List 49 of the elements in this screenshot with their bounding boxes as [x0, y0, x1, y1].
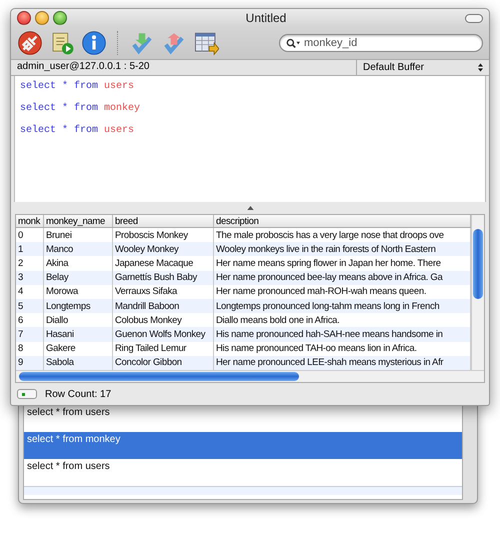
horizontal-scrollbar[interactable] [16, 370, 484, 382]
table-cell: Her name pronounced bee-lay means above in Africa. Ga [214, 270, 470, 285]
close-button[interactable] [17, 11, 31, 25]
table-cell: Manco [44, 242, 112, 256]
table-cell: 7 [16, 327, 44, 342]
buffer-dropdown[interactable]: Default Buffer [356, 60, 489, 75]
table-cell: Longtemps pronounced long-tahm means long in French [214, 298, 470, 314]
table-arrow-icon[interactable] [193, 30, 219, 56]
table-cell: 1 [16, 242, 44, 256]
query-line: select * from users [20, 80, 136, 94]
query-line: select * from users [20, 124, 136, 138]
table-cell: Garnettís Bush Baby [112, 270, 214, 285]
window-title: Untitled [244, 11, 288, 25]
info-icon[interactable] [81, 30, 107, 56]
table-cell: Longtemps [44, 298, 112, 314]
table-cell: Guenon Wolfs Monkey [112, 327, 214, 342]
history-item[interactable]: select * from monkey [24, 432, 462, 459]
plug-icon[interactable] [17, 30, 43, 56]
search-icon [286, 38, 300, 48]
column-header[interactable]: monk [16, 215, 44, 228]
table-cell: Concolor Gibbon [112, 356, 214, 370]
table-cell: 9 [16, 356, 44, 370]
table-cell: Her name pronounced LEE-shah means mysterious in Afr [214, 356, 470, 370]
zoom-button[interactable] [53, 11, 67, 25]
search-field[interactable]: monkey_id [279, 34, 483, 52]
minimize-button[interactable] [35, 11, 49, 25]
updown-arrows-icon [478, 63, 483, 72]
column-header[interactable]: breed [112, 215, 214, 228]
query-line: select * from monkey [20, 102, 142, 116]
query-editor[interactable]: select * from users select * from monkey select * from users [14, 76, 486, 202]
column-header[interactable]: description [214, 215, 470, 228]
table-cell: Hasani [44, 327, 112, 342]
column-header[interactable]: monkey_name [44, 215, 112, 228]
connection-label: admin_user@127.0.0.1 : 5-20 [16, 60, 150, 74]
history-item[interactable]: select * from users [24, 405, 462, 432]
table-cell: Wooley monkeys live in the rain forests of North Eastern [214, 242, 470, 256]
table-cell: Mandrill Baboon [112, 298, 214, 314]
table-cell: 3 [16, 270, 44, 285]
table-cell: Sabola [44, 356, 112, 370]
vertical-scrollbar[interactable] [471, 215, 484, 370]
table-cell: His name pronounced hah-SAH-nee means handsome in [214, 327, 470, 342]
history-item[interactable]: select * from users [24, 459, 462, 486]
row-count-label: Row Count: 17 [45, 388, 112, 400]
table-cell: 5 [16, 298, 44, 314]
table-cell: Belay [44, 270, 112, 285]
toolbar-toggle-button[interactable] [465, 14, 483, 22]
splitter-handle-icon[interactable] [246, 206, 254, 210]
table-cell: Wooley Monkey [112, 242, 214, 256]
status-button[interactable] [17, 389, 37, 399]
